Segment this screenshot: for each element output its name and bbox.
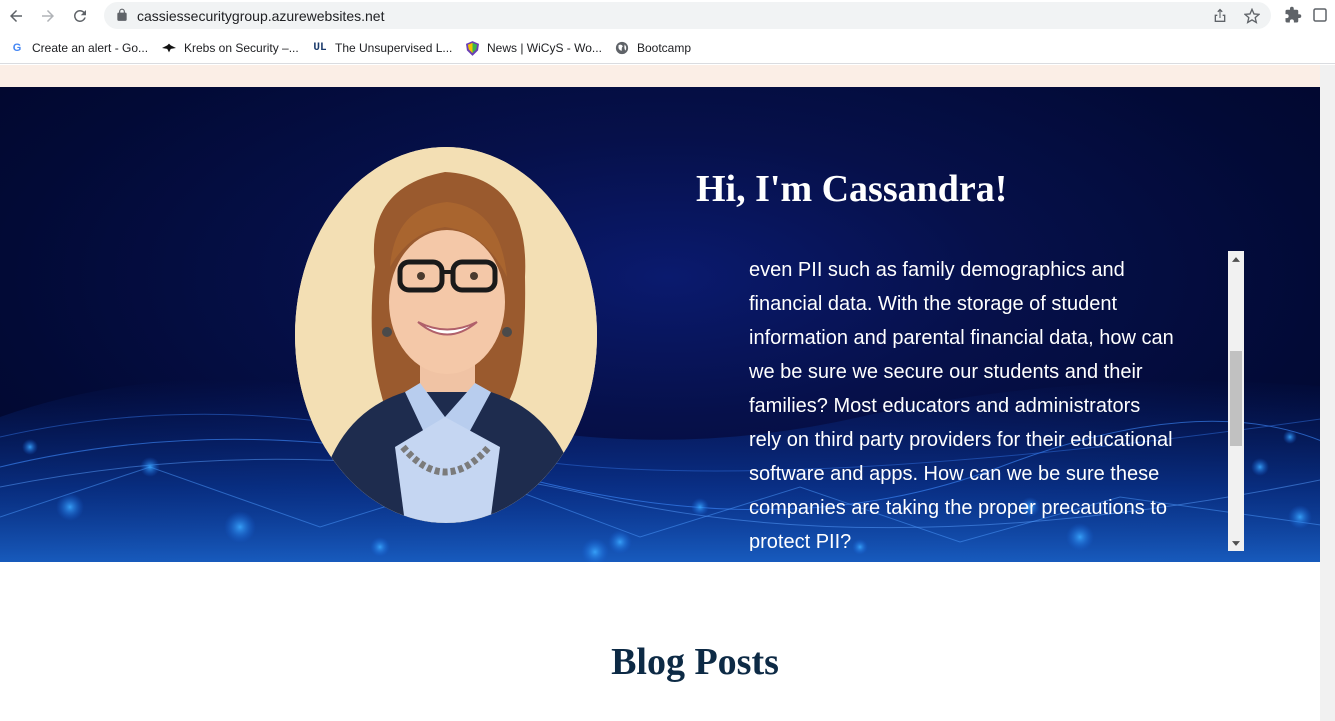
bookmark-label: Create an alert - Go... [32, 41, 149, 55]
page-scrollbar[interactable] [1320, 65, 1335, 721]
intro-text-scroll-box[interactable]: even PII such as family demographics and… [735, 251, 1244, 551]
share-icon[interactable] [1212, 8, 1228, 24]
unsupervised-learning-icon: UL [313, 42, 327, 54]
intro-line: we be sure we secure our students and th… [749, 361, 1143, 383]
krebs-icon [162, 41, 176, 55]
browser-toolbar: cassiessecuritygroup.azurewebsites.net [0, 0, 1335, 32]
intro-line: financial data. With the storage of stud… [749, 293, 1117, 315]
bookmark-google-alerts[interactable]: G Create an alert - Go... [10, 39, 148, 57]
bookmark-label: Krebs on Security –... [184, 41, 299, 55]
side-panel-icon[interactable] [1311, 6, 1329, 24]
intro-line: companies are taking the proper precauti… [749, 497, 1168, 519]
bookmark-label: News | WiCyS - Wo... [487, 41, 602, 55]
bookmark-star-icon[interactable] [1244, 8, 1260, 24]
address-bar[interactable]: cassiessecuritygroup.azurewebsites.net [104, 2, 1271, 29]
arrow-right-icon [42, 10, 54, 22]
reload-button[interactable] [68, 4, 92, 28]
profile-photo [295, 147, 597, 523]
back-button[interactable] [4, 4, 28, 28]
scroll-down-arrow-icon[interactable] [1228, 535, 1244, 551]
intro-line: rely on third party providers for their … [749, 429, 1173, 451]
reload-icon [73, 9, 86, 22]
intro-text: even PII such as family demographics and… [749, 253, 1189, 551]
intro-line: even PII such as family demographics and [749, 259, 1125, 281]
forward-button[interactable] [36, 4, 60, 28]
extensions-puzzle-icon[interactable] [1284, 6, 1302, 24]
bookmark-krebs[interactable]: Krebs on Security –... [162, 39, 299, 57]
url-text: cassiessecuritygroup.azurewebsites.net [137, 8, 385, 24]
google-icon: G [12, 42, 22, 54]
arrow-left-icon [10, 10, 22, 22]
bookmark-bootcamp[interactable]: Bootcamp [615, 39, 691, 57]
hero-heading: Hi, I'm Cassandra! [696, 168, 1008, 210]
blog-posts-heading: Blog Posts [611, 641, 779, 683]
intro-line: protect PII? [749, 531, 852, 551]
scroll-up-arrow-icon[interactable] [1228, 251, 1244, 267]
bookmark-wicys[interactable]: News | WiCyS - Wo... [465, 39, 602, 57]
bookmark-unsupervised-learning[interactable]: UL The Unsupervised L... [313, 39, 452, 57]
header-strip [0, 65, 1335, 87]
bookmark-label: Bootcamp [637, 41, 692, 55]
scrollbar-thumb[interactable] [1230, 351, 1242, 446]
wicys-shield-icon [465, 40, 479, 56]
bookmarks-bar: G Create an alert - Go... Krebs on Secur… [0, 32, 1335, 64]
intro-scrollbar[interactable] [1228, 251, 1244, 551]
intro-line: information and parental financial data,… [749, 327, 1174, 349]
intro-line: software and apps. How can we be sure th… [749, 463, 1160, 485]
intro-line: families? Most educators and administrat… [749, 395, 1141, 417]
bookmark-label: The Unsupervised L... [335, 41, 453, 55]
lock-icon [117, 8, 127, 21]
hero-section: Hi, I'm Cassandra! even PII such as fami… [0, 87, 1335, 562]
globe-icon [615, 41, 629, 55]
